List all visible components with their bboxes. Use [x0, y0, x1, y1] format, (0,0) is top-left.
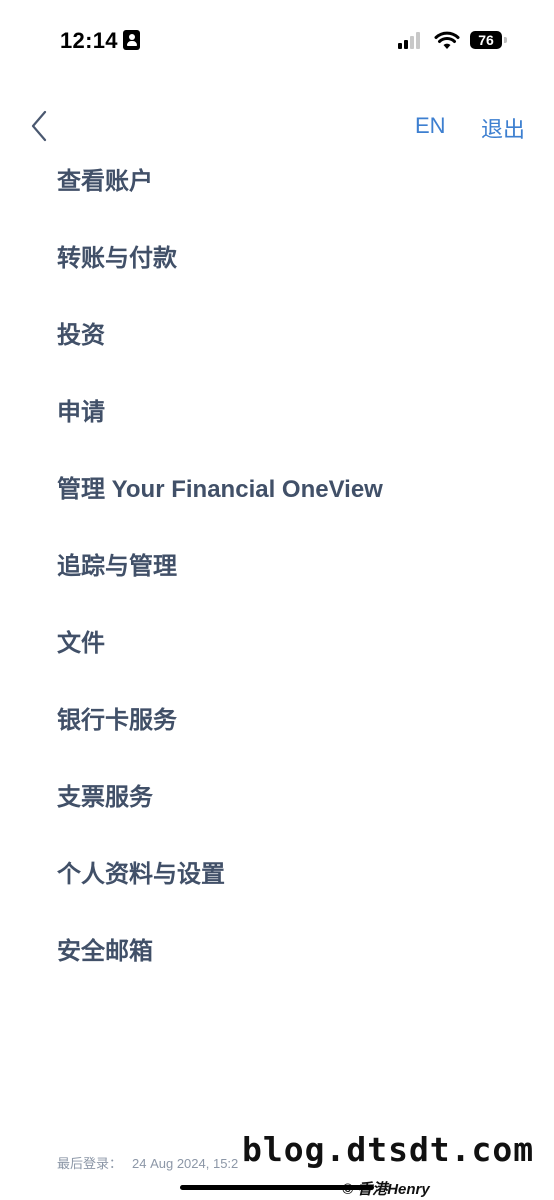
last-login-label: 最后登录： [57, 1156, 123, 1171]
back-button[interactable] [26, 108, 54, 144]
last-login: 最后登录： 24 Aug 2024, 15:2 [57, 1153, 238, 1172]
menu-item-secure-mailbox[interactable]: 安全邮箱 [0, 910, 554, 987]
menu-item-transfers-payments[interactable]: 转账与付款 [0, 217, 554, 294]
menu-item-view-accounts[interactable]: 查看账户 [0, 140, 554, 217]
home-indicator[interactable] [180, 1185, 374, 1190]
cellular-signal-icon [398, 31, 420, 49]
menu-item-cheque-services[interactable]: 支票服务 [0, 756, 554, 833]
last-login-value: 24 Aug 2024, 15:2 [132, 1156, 239, 1171]
wifi-icon [434, 31, 460, 49]
language-toggle[interactable]: EN [415, 113, 446, 139]
menu-item-applications[interactable]: 申请 [0, 371, 554, 448]
watermark-text: blog.dtsdt.com [242, 1130, 535, 1169]
menu-item-investments[interactable]: 投资 [0, 294, 554, 371]
menu-item-documents[interactable]: 文件 [0, 602, 554, 679]
person-icon [123, 30, 140, 50]
menu-item-card-services[interactable]: 银行卡服务 [0, 679, 554, 756]
menu-item-track-manage[interactable]: 追踪与管理 [0, 525, 554, 602]
menu-item-profile-settings[interactable]: 个人资料与设置 [0, 833, 554, 910]
status-bar: 12:14 76 [0, 0, 554, 80]
menu-item-financial-oneview[interactable]: 管理 Your Financial OneView [0, 448, 554, 525]
status-time: 12:14 [60, 28, 118, 53]
battery-icon: 76 [470, 31, 507, 49]
main-menu: 查看账户 转账与付款 投资 申请 管理 Your Financial OneVi… [0, 140, 554, 987]
